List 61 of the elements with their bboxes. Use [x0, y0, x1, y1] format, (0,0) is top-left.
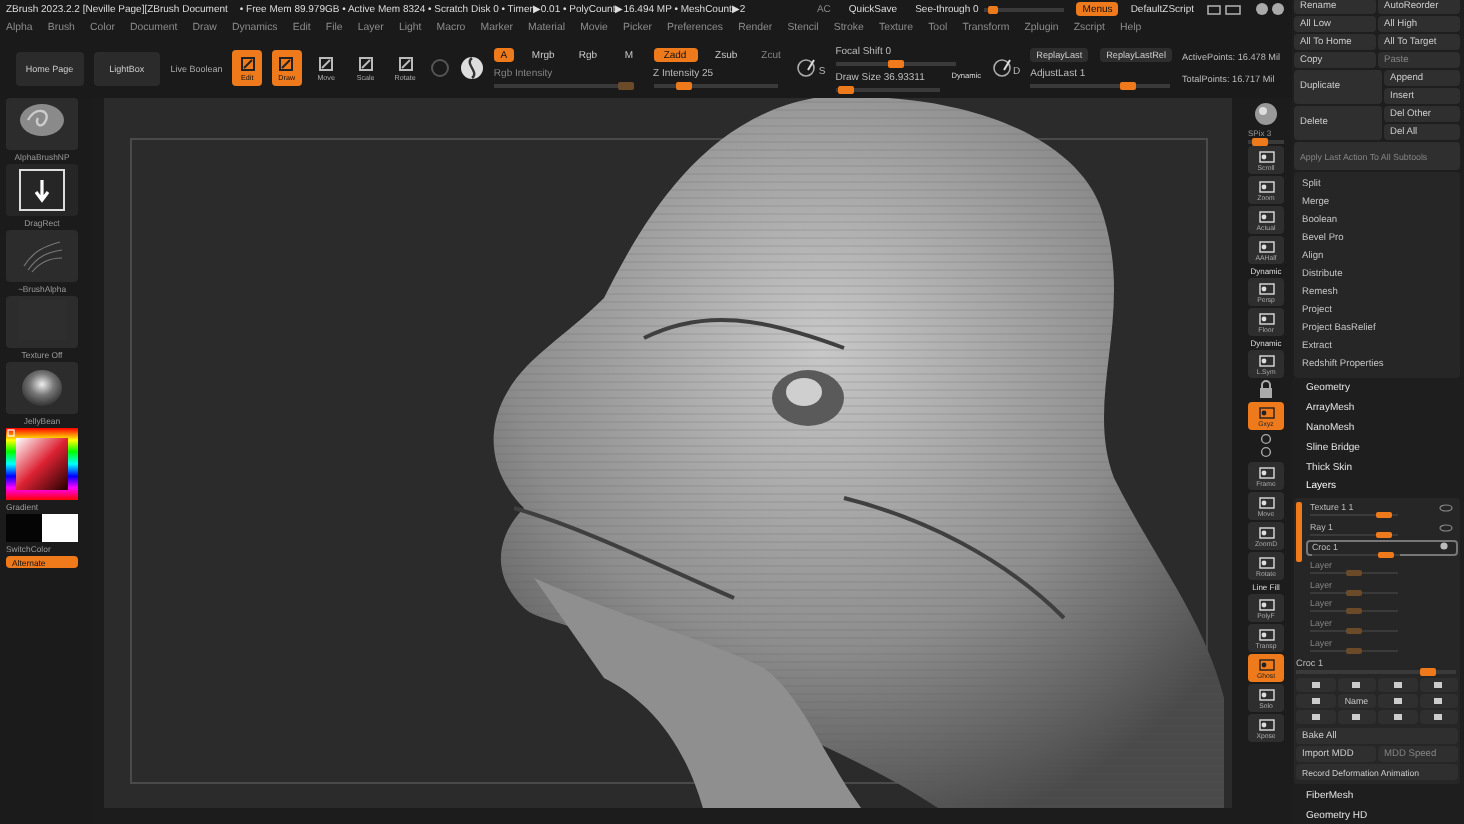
shelf-icon — [1257, 281, 1275, 295]
slider-thumb[interactable] — [1378, 551, 1395, 558]
tool-icon — [397, 55, 414, 71]
shelf-icon — [1257, 405, 1275, 419]
brush-icon — [991, 58, 1011, 78]
shelf-icon — [1257, 465, 1275, 479]
layer-tool-button[interactable] — [1337, 710, 1376, 725]
slider-thumb[interactable] — [1376, 512, 1393, 519]
layer-tool-button[interactable] — [1296, 694, 1335, 709]
slider-thumb[interactable] — [676, 82, 693, 90]
slider-thumb[interactable] — [837, 85, 854, 93]
shelf-icon — [1257, 687, 1275, 701]
record-icon[interactable] — [1436, 542, 1452, 551]
material-thumbnail[interactable] — [6, 362, 78, 414]
layer-tool-button[interactable] — [1378, 694, 1417, 709]
slider-thumb[interactable] — [1376, 532, 1393, 539]
layout-icon — [1206, 3, 1242, 15]
slider-thumb[interactable] — [988, 5, 999, 13]
shelf-icon — [1257, 627, 1275, 641]
shelf-icon — [1257, 495, 1275, 509]
shelf-icon — [1257, 555, 1275, 569]
slider-thumb[interactable] — [1252, 138, 1269, 146]
lock-icon[interactable] — [1256, 380, 1276, 400]
sphere-icon[interactable] — [1252, 102, 1280, 126]
tool-icon — [318, 55, 335, 71]
layer-tool-button[interactable] — [1419, 678, 1458, 693]
layer-tool-button[interactable] — [1419, 694, 1458, 709]
shelf-icon — [1257, 525, 1275, 539]
brush-thumbnail[interactable] — [6, 98, 78, 150]
shelf-icon — [1257, 209, 1275, 223]
layer-scrollbar[interactable] — [1296, 501, 1302, 562]
shelf-icon — [1257, 149, 1275, 163]
layer-tool-button[interactable] — [1337, 678, 1376, 693]
circle-icon — [429, 58, 450, 78]
shelf-icon — [1257, 657, 1275, 671]
shelf-icon — [1257, 311, 1275, 325]
tool-icon — [239, 55, 256, 71]
alpha-thumbnail[interactable] — [6, 230, 78, 282]
shelf-icon — [1257, 239, 1275, 253]
stroke-thumbnail[interactable] — [6, 164, 78, 216]
stroke-icon — [796, 58, 817, 78]
color-picker[interactable] — [6, 428, 78, 500]
layer-tool-button[interactable] — [1296, 710, 1335, 725]
tool-icon — [357, 55, 374, 71]
shelf-icon — [1257, 717, 1275, 731]
sphere-icon — [459, 56, 484, 80]
layer-tool-icon — [1350, 680, 1363, 691]
slider-thumb[interactable] — [1120, 82, 1137, 90]
layer-tool-button[interactable] — [1378, 678, 1417, 693]
slider-thumb[interactable] — [887, 59, 904, 67]
shelf-icon — [1257, 353, 1275, 367]
layer-tool-button[interactable] — [1296, 678, 1335, 693]
main-color-swatch[interactable] — [6, 514, 42, 542]
shelf-icon — [1257, 179, 1275, 193]
tool-icon — [278, 55, 295, 71]
layer-tool-icon — [1350, 712, 1363, 723]
layer-tool-button[interactable] — [1378, 710, 1417, 725]
layer-tool-button[interactable] — [1419, 710, 1458, 725]
shelf-icon — [1257, 597, 1275, 611]
slider-thumb[interactable] — [1419, 668, 1436, 677]
secondary-color-swatch[interactable] — [42, 514, 78, 542]
